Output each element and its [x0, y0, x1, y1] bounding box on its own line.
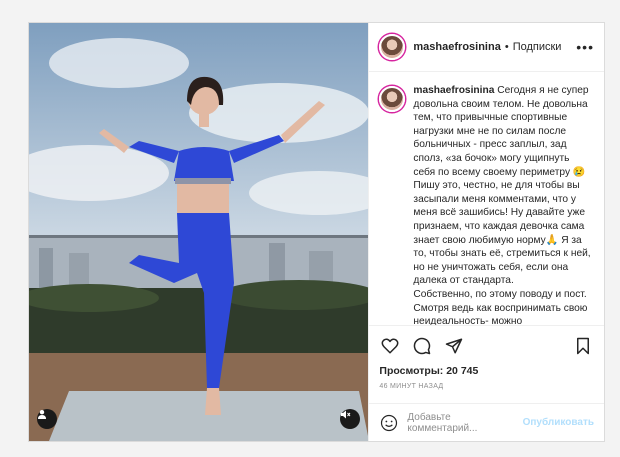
like-button[interactable]: [379, 335, 401, 357]
video-frame-illustration: [29, 23, 369, 441]
bookmark-icon: [577, 337, 589, 354]
caption-text: mashaefrosinina Сегодня я не супер довол…: [413, 84, 594, 325]
caption-block: mashaefrosinina Сегодня я не супер довол…: [369, 72, 604, 325]
comment-button[interactable]: [411, 335, 433, 357]
avatar[interactable]: [379, 34, 406, 60]
heart-icon: [381, 337, 399, 353]
smiley-icon: [381, 414, 398, 431]
post-header: mashaefrosinina • Подписки •••: [369, 23, 604, 72]
username-link[interactable]: mashaefrosinina: [413, 41, 500, 53]
tagged-users-button[interactable]: [37, 409, 57, 429]
publish-button[interactable]: Опубликовать: [523, 417, 594, 428]
views-label: Просмотры:: [379, 365, 444, 377]
separator-dot: •: [504, 41, 509, 53]
share-icon: [446, 338, 463, 353]
user-icon: [38, 410, 46, 419]
caption-avatar[interactable]: [379, 86, 406, 112]
more-options-icon[interactable]: •••: [576, 39, 594, 55]
caption-body: Сегодня я не супер довольна своим телом.…: [413, 85, 591, 325]
post-modal: mashaefrosinina • Подписки ••• mashaefro…: [28, 22, 605, 442]
following-button[interactable]: Подписки: [513, 41, 562, 53]
caption-username[interactable]: mashaefrosinina: [413, 85, 494, 96]
share-button[interactable]: [443, 335, 465, 357]
views-number: 20 745: [446, 365, 479, 377]
action-bar: [369, 325, 604, 365]
post-video[interactable]: [29, 23, 369, 441]
post-sidebar: mashaefrosinina • Подписки ••• mashaefro…: [368, 23, 604, 441]
mute-icon: [341, 410, 351, 419]
post-timestamp[interactable]: 46 МИНУТ НАЗАД: [369, 381, 604, 403]
emoji-button[interactable]: [379, 413, 399, 433]
comment-bar: Добавьте комментарий... Опубликовать: [369, 403, 604, 441]
comment-input[interactable]: Добавьте комментарий...: [407, 412, 522, 434]
save-button[interactable]: [572, 335, 594, 357]
comment-icon: [414, 337, 431, 354]
views-count: Просмотры: 20 745: [369, 365, 604, 381]
